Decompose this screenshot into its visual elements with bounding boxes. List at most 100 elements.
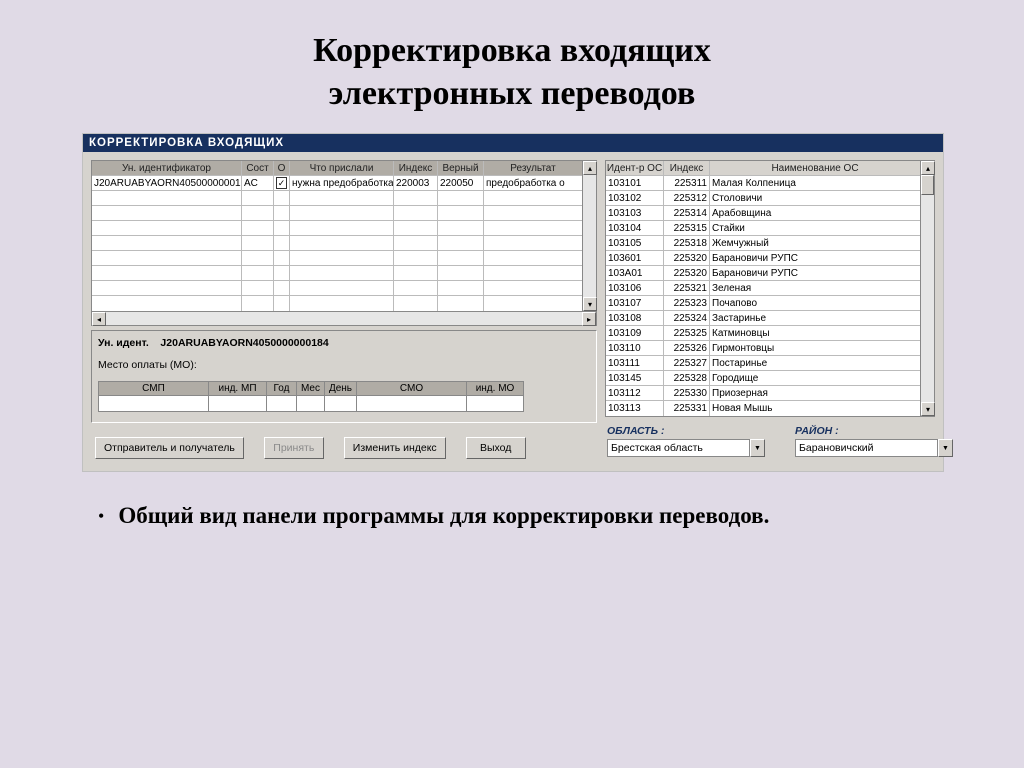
cell-os-index: 225327 xyxy=(664,356,710,370)
cell-os-name: Гирмонтовцы xyxy=(710,341,920,355)
left-scrollbar-v[interactable]: ▴ ▾ xyxy=(583,160,597,312)
col-header-sent[interactable]: Что прислали xyxy=(290,161,394,175)
district-input[interactable] xyxy=(795,439,938,457)
cell-os-id: 103108 xyxy=(606,311,664,325)
cell-os-id: 103112 xyxy=(606,386,664,400)
left-scrollbar-h[interactable]: ◂ ▸ xyxy=(91,312,597,326)
mini-h-god: Год xyxy=(267,382,296,396)
table-row[interactable]: J20ARUABYAORN4050000000184 AC ✓ нужна пр… xyxy=(92,176,582,191)
cell-os-index: 225326 xyxy=(664,341,710,355)
exit-button[interactable]: Выход xyxy=(466,437,526,459)
mo-mini-table: СМП инд. МП Год Мес День СМО инд. МО xyxy=(98,381,590,412)
mini-h-indmp: инд. МП xyxy=(209,382,266,396)
cell-os-index: 225315 xyxy=(664,221,710,235)
bullet-text: Общий вид панели программы для корректир… xyxy=(118,502,769,531)
table-row[interactable]: 103101225311Малая Колпеница xyxy=(606,176,920,191)
cell-index: 220003 xyxy=(394,176,438,190)
mini-h-smp: СМП xyxy=(99,382,208,396)
table-row[interactable]: 103102225312Столовичи xyxy=(606,191,920,206)
cell-os-name: Жемчужный xyxy=(710,236,920,250)
table-row[interactable]: 103A01225320Барановичи РУПС xyxy=(606,266,920,281)
cell-os-id: 103111 xyxy=(606,356,664,370)
scroll-up-icon[interactable]: ▴ xyxy=(921,161,935,175)
col-header-ident-os[interactable]: Идент-р ОС xyxy=(606,161,664,175)
change-index-button[interactable]: Изменить индекс xyxy=(344,437,446,459)
filter-row: ОБЛАСТЬ : ▼ РАЙОН : ▼ xyxy=(605,425,935,457)
table-row[interactable]: 103106225321Зеленая xyxy=(606,281,920,296)
right-scrollbar-v[interactable]: ▴ ▾ xyxy=(921,160,935,417)
buttons-row: Отправитель и получатель Принять Изменит… xyxy=(91,437,597,461)
table-row[interactable]: 103108225324Застаринье xyxy=(606,311,920,326)
table-row[interactable]: 103110225326Гирмонтовцы xyxy=(606,341,920,356)
col-header-result[interactable]: Результат xyxy=(484,161,582,175)
app-titlebar: КОРРЕКТИРОВКА ВХОДЯЩИХ xyxy=(83,134,943,152)
cell-os-name: Малая Колпеница xyxy=(710,176,920,190)
col-header-state[interactable]: Сост xyxy=(242,161,274,175)
scroll-left-icon[interactable]: ◂ xyxy=(92,312,106,326)
col-header-o[interactable]: О xyxy=(274,161,290,175)
sender-recipient-button[interactable]: Отправитель и получатель xyxy=(95,437,244,459)
cell-os-id: 103101 xyxy=(606,176,664,190)
slide-title: Корректировка входящих электронных перев… xyxy=(0,0,1024,133)
scroll-down-icon[interactable]: ▾ xyxy=(583,297,597,311)
cell-os-name: Барановичи РУПС xyxy=(710,251,920,265)
cell-os-index: 225324 xyxy=(664,311,710,325)
accept-button[interactable]: Принять xyxy=(264,437,324,459)
checkbox-icon[interactable]: ✓ xyxy=(276,177,287,189)
region-combo[interactable]: ▼ xyxy=(607,439,765,457)
cell-os-name: Приозерная xyxy=(710,386,920,400)
left-grid[interactable]: Ун. идентификатор Сост О Что прислали Ин… xyxy=(91,160,583,312)
cell-os-name: Новая Мышь xyxy=(710,401,920,416)
district-label: РАЙОН : xyxy=(795,425,953,437)
table-row[interactable]: 103104225315Стайки xyxy=(606,221,920,236)
cell-os-index: 225314 xyxy=(664,206,710,220)
cell-os-index: 225330 xyxy=(664,386,710,400)
scroll-right-icon[interactable]: ▸ xyxy=(582,312,596,326)
mini-h-indmo: инд. МО xyxy=(467,382,523,396)
title-line-2: электронных переводов xyxy=(0,73,1024,116)
col-header-ident[interactable]: Ун. идентификатор xyxy=(92,161,242,175)
info-mo-label: Место оплаты (МО): xyxy=(98,359,590,371)
region-input[interactable] xyxy=(607,439,750,457)
table-row[interactable]: 103145225328Городище xyxy=(606,371,920,386)
district-combo[interactable]: ▼ xyxy=(795,439,953,457)
mini-h-mes: Мес xyxy=(297,382,324,396)
chevron-down-icon[interactable]: ▼ xyxy=(938,439,953,457)
cell-os-index: 225325 xyxy=(664,326,710,340)
title-line-1: Корректировка входящих xyxy=(0,30,1024,73)
right-grid[interactable]: Идент-р ОС Индекс Наименование ОС 103101… xyxy=(605,160,921,417)
col-header-os-index[interactable]: Индекс xyxy=(664,161,710,175)
cell-os-name: Арабовщина xyxy=(710,206,920,220)
cell-os-name: Столовичи xyxy=(710,191,920,205)
cell-os-index: 225318 xyxy=(664,236,710,250)
cell-os-id: 103104 xyxy=(606,221,664,235)
cell-os-name: Катминовцы xyxy=(710,326,920,340)
table-row[interactable]: 103601225320Барановичи РУПС xyxy=(606,251,920,266)
region-label: ОБЛАСТЬ : xyxy=(607,425,765,437)
table-row[interactable]: 103111225327Постаринье xyxy=(606,356,920,371)
cell-os-index: 225311 xyxy=(664,176,710,190)
cell-o[interactable]: ✓ xyxy=(274,176,290,190)
col-header-correct[interactable]: Верный xyxy=(438,161,484,175)
table-row[interactable]: 103107225323Почапово xyxy=(606,296,920,311)
cell-os-id: 103A01 xyxy=(606,266,664,280)
cell-os-index: 225321 xyxy=(664,281,710,295)
table-row[interactable]: 103105225318Жемчужный xyxy=(606,236,920,251)
cell-os-index: 225320 xyxy=(664,266,710,280)
table-row[interactable]: 103112225330Приозерная xyxy=(606,386,920,401)
cell-os-name: Зеленая xyxy=(710,281,920,295)
info-ident-value: J20ARUABYAORN4050000000184 xyxy=(160,337,328,349)
scroll-up-icon[interactable]: ▴ xyxy=(583,161,597,175)
col-header-index[interactable]: Индекс xyxy=(394,161,438,175)
bullet-block: • Общий вид панели программы для коррект… xyxy=(98,502,934,531)
table-row[interactable]: 103103225314Арабовщина xyxy=(606,206,920,221)
left-pane: Ун. идентификатор Сост О Что прислали Ин… xyxy=(91,160,597,461)
table-row[interactable]: 103113225331Новая Мышь xyxy=(606,401,920,416)
cell-correct: 220050 xyxy=(438,176,484,190)
chevron-down-icon[interactable]: ▼ xyxy=(750,439,765,457)
cell-os-id: 103106 xyxy=(606,281,664,295)
scroll-down-icon[interactable]: ▾ xyxy=(921,402,935,416)
cell-os-name: Городище xyxy=(710,371,920,385)
col-header-os-name[interactable]: Наименование ОС xyxy=(710,161,920,175)
table-row[interactable]: 103109225325Катминовцы xyxy=(606,326,920,341)
